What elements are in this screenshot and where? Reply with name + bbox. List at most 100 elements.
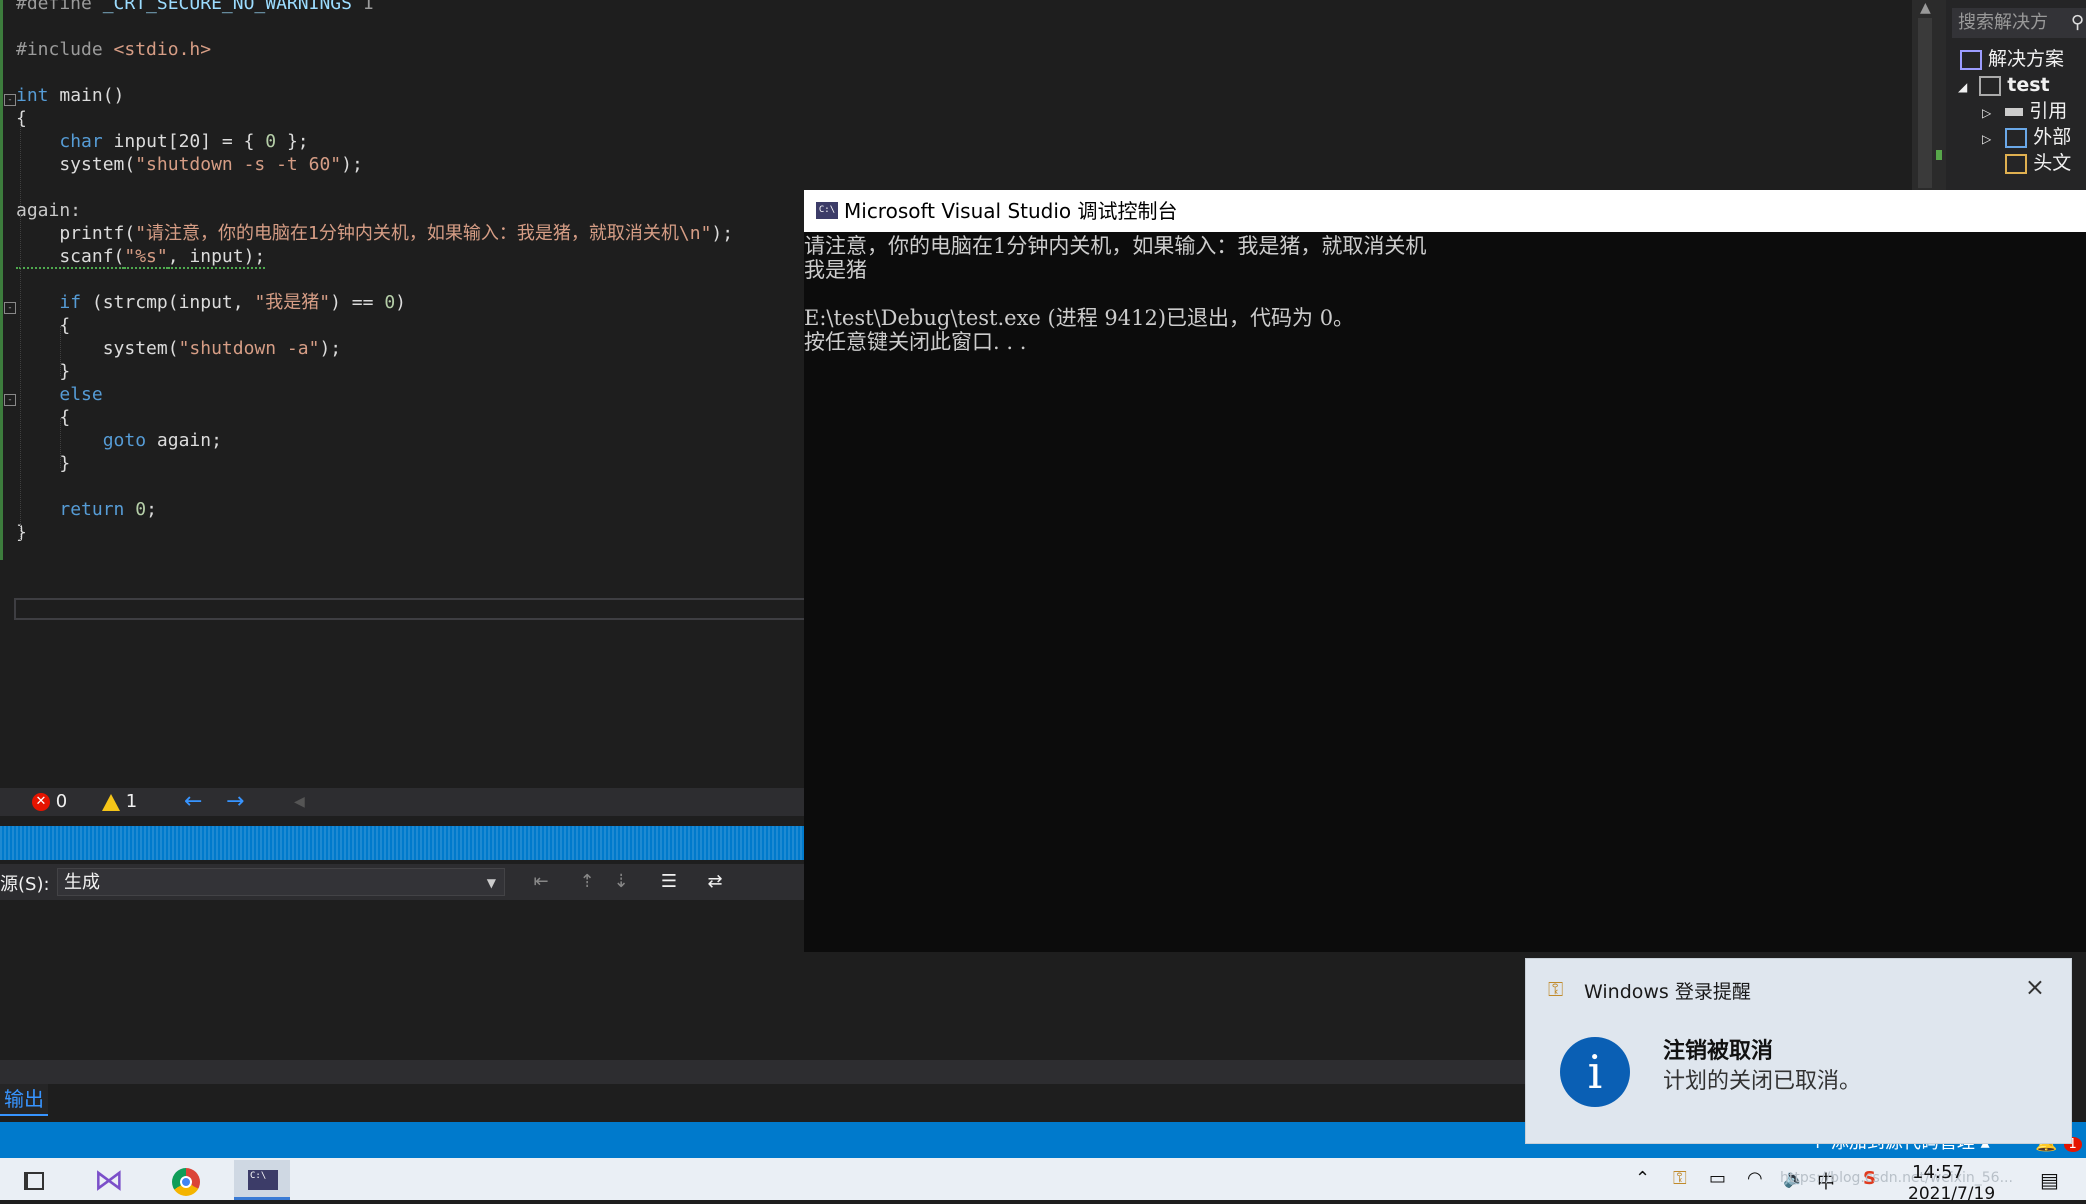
code-token: goto (102, 430, 147, 451)
code-token: #define (16, 0, 103, 14)
code-token: system( (16, 338, 179, 359)
vertical-scrollbar[interactable]: ▲ (1912, 0, 1946, 190)
code-line[interactable]: { (16, 107, 27, 130)
clock-time[interactable]: 14:57 (1912, 1162, 1964, 1183)
key-icon: ⚿ (1548, 977, 1564, 1001)
taskbar-chrome[interactable] (158, 1160, 214, 1200)
collapsed-arrow-icon: ▷ (1982, 106, 1992, 120)
code-line[interactable]: if (strcmp(input, "我是猪") == 0) (16, 291, 406, 314)
action-center-icon[interactable]: ▤ (2040, 1168, 2059, 1192)
code-token: "%s" (124, 246, 168, 269)
taskbar-visual-studio[interactable]: ⋈ (82, 1160, 138, 1200)
battery-icon[interactable]: ▭ (1709, 1168, 1726, 1189)
code-token: ); (319, 338, 342, 359)
warnings-filter[interactable]: 1 (102, 790, 137, 814)
code-line[interactable]: again: (16, 199, 81, 222)
clear-all-icon[interactable]: ☰ (656, 870, 682, 894)
code-line[interactable]: scanf("%s", input); (16, 245, 266, 269)
key-icon[interactable]: ⚿ (1673, 1168, 1687, 1189)
close-icon[interactable]: × (2025, 973, 2045, 1001)
code-token: "我是猪" (254, 292, 331, 313)
find-message-icon[interactable]: ⇤ (528, 870, 554, 894)
references-icon (2005, 107, 2024, 116)
code-token: "shutdown -s -t 60" (135, 154, 342, 175)
references-node[interactable]: ▷ 引用 (1982, 98, 2067, 124)
code-token: ) == (330, 292, 385, 313)
code-token: }; (276, 131, 309, 152)
code-line[interactable]: } (16, 360, 70, 383)
bottom-tab-strip: 输出 (0, 1084, 1530, 1120)
code-line[interactable]: } (16, 521, 27, 544)
code-line[interactable]: { (16, 314, 70, 337)
code-token: { (16, 407, 71, 428)
header-files-node[interactable]: ▷头文 (1982, 150, 2071, 176)
tab-output[interactable]: 输出 (0, 1084, 48, 1116)
chevron-up-icon[interactable]: ⌃ (1635, 1168, 1650, 1189)
code-line[interactable]: { (16, 406, 70, 429)
taskbar-console[interactable]: C:\ (234, 1160, 290, 1200)
code-line[interactable]: return 0; (16, 498, 157, 521)
expanded-arrow-icon: ◢ (1958, 80, 1968, 94)
code-line[interactable]: else (16, 383, 102, 406)
code-line[interactable]: goto again; (16, 429, 222, 452)
fold-toggle-if[interactable]: - (4, 302, 16, 314)
console-title: Microsoft Visual Studio 调试控制台 (844, 199, 1178, 223)
code-token: again: (16, 200, 82, 221)
indent-guide (60, 326, 61, 376)
code-line[interactable]: #include <stdio.h> (16, 38, 211, 61)
solution-search-input[interactable]: 搜索解决方 ⚲ (1952, 8, 2086, 38)
scroll-left-icon[interactable]: ◀ (294, 790, 305, 814)
code-line[interactable]: printf("请注意，你的电脑在1分钟内关机，如果输入：我是猪，就取消关机\n… (16, 222, 733, 245)
wifi-icon[interactable]: ◠ (1747, 1168, 1763, 1189)
solution-icon (1960, 49, 1982, 70)
toast-app-name: Windows 登录提醒 (1584, 981, 1751, 1003)
horizontal-scrollbar[interactable] (14, 598, 808, 620)
code-line[interactable]: system("shutdown -a"); (16, 337, 341, 360)
scrollbar-thumb[interactable] (1918, 18, 1932, 188)
fold-toggle-main[interactable]: - (4, 94, 16, 106)
code-line[interactable]: int main() (16, 84, 124, 107)
error-list-bar: ✕ 0 1 ← → ◀ (0, 788, 805, 816)
collapsed-arrow-icon: ▷ (1982, 132, 1992, 146)
console-titlebar[interactable]: C:\ Microsoft Visual Studio 调试控制台 (804, 190, 2086, 232)
code-line[interactable]: char input[20] = { 0 }; (16, 130, 309, 153)
previous-arrow-icon[interactable]: ← (184, 790, 202, 814)
code-token: } (16, 522, 27, 543)
errors-filter[interactable]: ✕ 0 (32, 790, 67, 814)
project-icon (1979, 75, 2002, 96)
solution-node[interactable]: 解决方案 (1960, 46, 2064, 72)
code-line[interactable]: system("shutdown -s -t 60"); (16, 153, 362, 176)
code-token: , input); (167, 246, 266, 269)
warning-count: 1 (125, 791, 138, 812)
code-token: ; (146, 499, 157, 520)
chrome-icon (172, 1168, 200, 1196)
go-previous-icon[interactable]: ⇡ (574, 870, 600, 894)
project-node-test[interactable]: ◢ test (1958, 72, 2050, 98)
external-deps-node[interactable]: ▷ 外部 (1982, 124, 2071, 150)
code-token: system( (16, 154, 136, 175)
debug-console-window[interactable]: C:\ Microsoft Visual Studio 调试控制台 请注意，你的… (804, 190, 2086, 952)
chevron-down-icon: ▼ (486, 876, 496, 890)
info-icon: i (1560, 1037, 1630, 1107)
next-arrow-icon[interactable]: → (226, 790, 244, 814)
go-next-icon[interactable]: ⇣ (608, 870, 634, 894)
clock-date[interactable]: 2021/7/19 (1908, 1184, 1995, 1204)
output-source-select[interactable]: 生成 ▼ (57, 868, 505, 896)
code-token: { (16, 108, 27, 129)
project-node-label: test (2007, 74, 2050, 96)
taskbar: ⋈ C:\ ⌃ ⚿ ▭ ◠ 🔈 中 S https://blog.csdn.ne… (0, 1158, 2086, 1204)
scroll-up-icon[interactable]: ▲ (1920, 0, 1931, 16)
solution-node-label: 解决方案 (1988, 48, 2065, 70)
code-line[interactable]: } (16, 452, 70, 475)
task-view-button[interactable] (6, 1160, 62, 1200)
toast-body: 计划的关闭已取消。 (1663, 1069, 1862, 1094)
word-wrap-icon[interactable]: ⇄ (702, 870, 728, 894)
error-count: 0 (55, 791, 68, 812)
code-token: 1 (351, 0, 374, 14)
fold-toggle-else[interactable]: - (4, 394, 16, 406)
code-token: if (59, 292, 82, 313)
code-line[interactable]: #define _CRT_SECURE_NO_WARNINGS 1 (16, 0, 374, 15)
notification-toast[interactable]: ⚿ Windows 登录提醒 × i 注销被取消 计划的关闭已取消。 (1525, 958, 2072, 1144)
